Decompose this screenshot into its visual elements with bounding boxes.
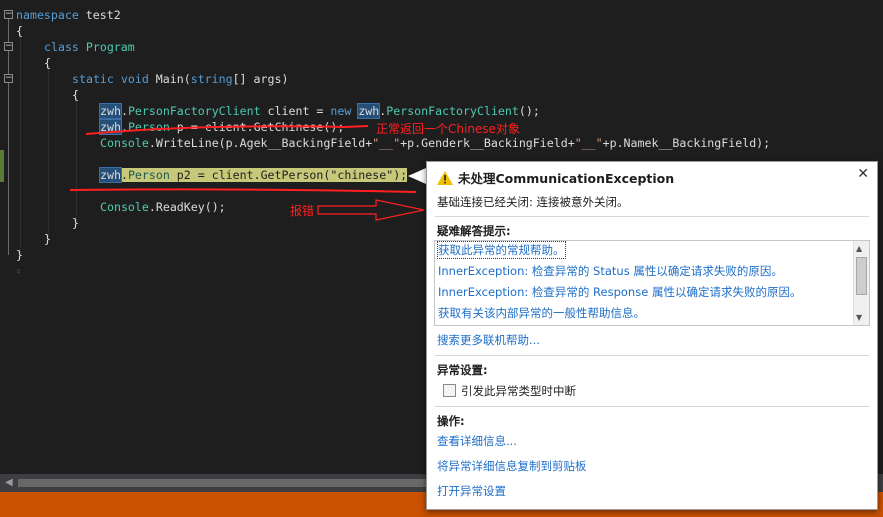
actions-heading: 操作: (437, 414, 465, 428)
annotation-error: 报错 (290, 204, 315, 218)
scroll-up-icon[interactable]: ▲ (856, 244, 862, 253)
scrollbar-thumb[interactable] (856, 257, 867, 295)
popup-pointer (408, 168, 426, 184)
open-exception-settings-link[interactable]: 打开异常设置 (437, 483, 506, 499)
break-on-exception-checkbox[interactable] (443, 384, 456, 397)
search-online-help-link[interactable]: 搜索更多联机帮助... (437, 332, 540, 348)
arrow-icon (317, 199, 425, 221)
break-on-exception-label: 引发此异常类型时中断 (461, 384, 576, 398)
exception-title: 未处理CommunicationException (458, 171, 675, 186)
divider (435, 216, 869, 217)
warning-icon (437, 171, 453, 185)
divider (435, 406, 869, 407)
close-icon[interactable]: ✕ (857, 166, 869, 182)
tip-link[interactable]: InnerException: 检查异常的 Response 属性以确定请求失败… (438, 284, 801, 300)
copy-details-link[interactable]: 将异常详细信息复制到剪贴板 (437, 458, 587, 474)
tip-link[interactable]: InnerException: 检查异常的 Status 属性以确定请求失败的原… (438, 263, 783, 279)
popup-title: 未处理CommunicationException (437, 168, 674, 187)
scroll-left-icon[interactable]: ◀ (5, 477, 13, 488)
tips-heading: 疑难解答提示: (437, 224, 511, 238)
scrollbar-thumb[interactable] (18, 479, 428, 487)
tip-link[interactable]: 获取有关该内部异常的一般性帮助信息。 (438, 305, 645, 321)
underline-stroke (85, 125, 369, 135)
troubleshooting-tips-list[interactable]: 获取此异常的常规帮助。 InnerException: 检查异常的 Status… (434, 240, 870, 326)
tips-scrollbar[interactable]: ▲ ▼ (853, 241, 869, 325)
divider (435, 355, 869, 356)
underline-stroke (69, 188, 417, 193)
scroll-down-icon[interactable]: ▼ (856, 313, 862, 322)
annotation-normal-return: 正常返回一个Chinese对象 (376, 122, 520, 136)
view-details-link[interactable]: 查看详细信息... (437, 433, 517, 449)
exception-message: 基础连接已经关闭: 连接被意外关闭。 (437, 195, 629, 209)
exception-settings-heading: 异常设置: (437, 363, 488, 377)
tip-link[interactable]: 获取此异常的常规帮助。 (437, 241, 566, 259)
exception-helper-popup: 未处理CommunicationException ✕ 基础连接已经关闭: 连接… (426, 161, 878, 510)
